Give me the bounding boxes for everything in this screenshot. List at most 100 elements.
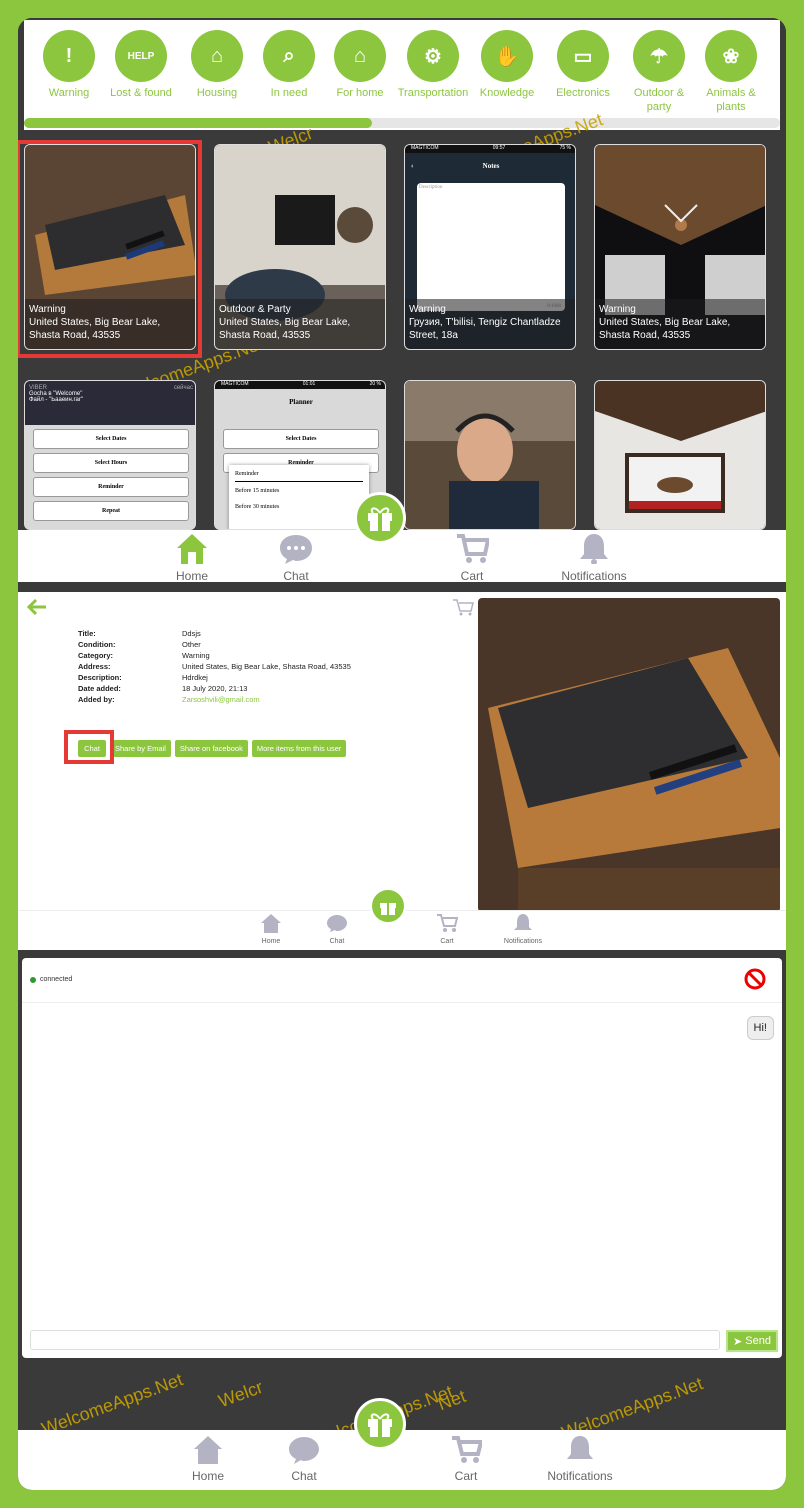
search-box-icon: ⌕: [263, 30, 315, 82]
category-label: Transportation: [397, 87, 469, 99]
category-scrollbar[interactable]: [24, 118, 780, 128]
nav-cart[interactable]: Cart: [446, 1434, 486, 1483]
detail-key: Added by:: [78, 695, 115, 704]
row-label: Select Hours: [94, 460, 128, 466]
selection-highlight: [64, 730, 114, 764]
category-warning[interactable]: ! Warning: [32, 30, 106, 100]
category-outdoor-party[interactable]: ☂ Outdoor & party: [622, 30, 696, 114]
notes-title: Notes: [482, 162, 500, 170]
gift-button[interactable]: [354, 1398, 406, 1450]
status-text: connected: [40, 976, 73, 983]
listing-card[interactable]: [594, 380, 766, 530]
nav-label: Cart: [460, 569, 484, 583]
action-buttons: Chat Share by Email Share on facebook Mo…: [78, 740, 347, 757]
category-in-need[interactable]: ⌕ In need: [252, 30, 326, 100]
nav-label: Home: [191, 1469, 224, 1483]
california-flag-room-photo: [595, 381, 765, 529]
detail-key: Category:: [78, 651, 114, 660]
block-icon[interactable]: [744, 968, 766, 990]
home-screen: ! Warning HELP Lost & found ⌂ Housing ⌕ …: [18, 18, 786, 583]
nav-notifications[interactable]: Notifications: [558, 532, 630, 583]
share-email-button[interactable]: Share by Email: [110, 740, 171, 757]
detail-key: Address:: [78, 662, 111, 671]
category-animals-plants[interactable]: ❀ Animals & plants: [694, 30, 768, 114]
popup-option: Before 30 minutes: [235, 504, 280, 510]
notes-textarea: Description 0/1000: [417, 183, 565, 311]
nav-label: Home: [261, 938, 281, 945]
carrier-text: MAGTICOM: [411, 145, 439, 151]
message-bubble: Hi!: [746, 1016, 774, 1040]
listing-card[interactable]: MAGTICOM 09:57 75 % ‹ Notes Description …: [404, 144, 576, 350]
category-label: Animals & plants: [706, 87, 756, 113]
nav-notifications[interactable]: Notifications: [498, 913, 548, 945]
nav-label: Chat: [283, 569, 309, 583]
category-label: Knowledge: [479, 87, 535, 99]
detail-row: Condition: Other: [78, 639, 422, 650]
popup-title: Reminder: [235, 471, 363, 482]
listing-card[interactable]: Warning United States, Big Bear Lake, Sh…: [594, 144, 766, 350]
home-icon: [177, 534, 207, 564]
detail-key: Condition:: [78, 640, 116, 649]
nav-home[interactable]: Home: [258, 913, 284, 945]
nav-home[interactable]: Home: [172, 532, 212, 583]
planner-row: Repeat: [33, 501, 189, 521]
back-arrow-icon[interactable]: [26, 598, 48, 616]
planner-title: Planner: [289, 398, 313, 406]
gift-button[interactable]: [370, 888, 406, 924]
phone-status-bar: MAGTICOM 01:01 20 %: [215, 381, 385, 389]
scrollbar-thumb[interactable]: [24, 118, 372, 128]
connection-status: connected: [30, 976, 72, 983]
detail-value: Other: [182, 640, 201, 649]
nav-chat[interactable]: Chat: [276, 532, 316, 583]
send-button[interactable]: ➤ Send: [726, 1330, 778, 1352]
category-label: Outdoor & party: [633, 87, 685, 113]
listing-caption: Warning United States, Big Bear Lake, Sh…: [595, 299, 765, 349]
carrier-text: MAGTICOM: [221, 381, 249, 387]
cart-icon: [457, 534, 491, 563]
house-hand-icon: ⌂: [191, 30, 243, 82]
row-label: Repeat: [102, 508, 120, 514]
share-facebook-button[interactable]: Share on facebook: [174, 740, 248, 757]
reminder-popup: Reminder Before 15 minutes Before 30 min…: [229, 465, 369, 529]
detail-row: Address: United States, Big Bear Lake, Sh…: [78, 661, 422, 672]
popup-option: Before 15 minutes: [235, 488, 280, 494]
category-transportation[interactable]: ⚙ Transportation: [396, 30, 470, 100]
detail-key: Description:: [78, 673, 122, 682]
app-frame: ! Warning HELP Lost & found ⌂ Housing ⌕ …: [18, 18, 786, 1490]
listing-location: United States, Big Bear Lake, Shasta Roa…: [599, 317, 731, 341]
gift-icon: [380, 903, 396, 915]
detail-value: 18 July 2020, 21:13: [182, 684, 248, 693]
category-for-home[interactable]: ⌂ For home: [323, 30, 397, 100]
nav-chat[interactable]: Chat: [284, 1434, 324, 1483]
listing-card[interactable]: Outdoor & Party United States, Big Bear …: [214, 144, 386, 350]
listing-card[interactable]: [404, 380, 576, 530]
category-knowledge[interactable]: ✋ Knowledge: [470, 30, 544, 100]
category-housing[interactable]: ⌂ Housing: [180, 30, 254, 100]
nav-notifications[interactable]: Notifications: [542, 1434, 618, 1483]
listing-card[interactable]: VIBER сейчас Gocha в "Welcome" Файл - "Ь…: [24, 380, 196, 530]
detail-value: United States, Big Bear Lake, Shasta Roa…: [182, 662, 351, 671]
category-lost-found[interactable]: HELP Lost & found: [104, 30, 178, 100]
detail-value: Ddsjs: [182, 629, 201, 638]
gift-button[interactable]: [354, 492, 406, 544]
message-input[interactable]: [30, 1330, 720, 1350]
back-chevron-icon: ‹: [411, 162, 414, 170]
bottom-nav: Home Chat Cart Notifications: [18, 1430, 786, 1490]
nav-home[interactable]: Home: [188, 1434, 228, 1483]
nav-cart[interactable]: Cart: [434, 913, 460, 945]
gift-icon: [368, 1413, 392, 1437]
time-text: 09:57: [492, 145, 506, 151]
nav-cart[interactable]: Cart: [452, 532, 492, 583]
nav-chat[interactable]: Chat: [324, 913, 350, 945]
item-detail-screen: Title: Ddsjs Condition: Other Category: War…: [18, 592, 786, 950]
send-label: Send: [745, 1335, 771, 1347]
category-electronics[interactable]: ▭ Electronics: [546, 30, 620, 100]
cart-icon[interactable]: [452, 598, 474, 616]
man-with-headset-photo: [405, 381, 575, 529]
added-by-link[interactable]: Zarsoshvili@gmail.com: [182, 694, 422, 705]
listing-caption: Outdoor & Party United States, Big Bear …: [215, 299, 385, 349]
planner-row: Reminder: [33, 477, 189, 497]
more-items-button[interactable]: More items from this user: [251, 740, 347, 757]
bell-icon: [514, 914, 532, 930]
cart-icon: [437, 914, 459, 932]
